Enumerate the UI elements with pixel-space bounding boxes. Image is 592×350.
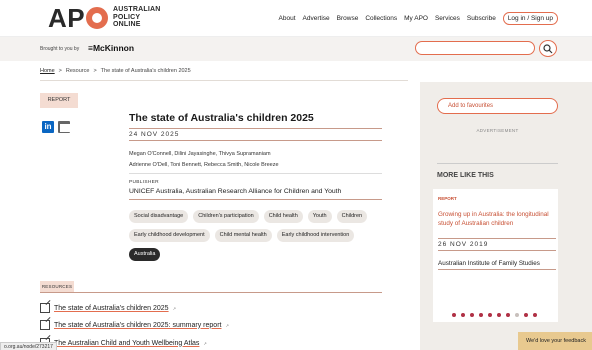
authors-line[interactable]: Megan O'Connell, Dilini Jayasinghe, Thiv… — [129, 151, 271, 157]
nav-services[interactable]: Services — [435, 15, 460, 22]
search-input[interactable] — [415, 41, 535, 55]
search-icon — [543, 43, 553, 53]
related-card[interactable] — [433, 189, 558, 322]
nav-about[interactable]: About — [279, 15, 296, 22]
publisher-links[interactable]: UNICEF Australia, Australian Research Al… — [129, 188, 341, 195]
add-to-favourites-button[interactable]: Add to favourites — [437, 98, 558, 114]
tag-chip[interactable]: Early childhood development — [129, 229, 210, 242]
divider — [40, 80, 408, 81]
related-card-type: REPORT — [438, 196, 457, 201]
breadcrumb: Home > Resource > The state of Australia… — [40, 68, 191, 74]
external-small-icon: ↗ — [203, 340, 207, 346]
linkedin-icon[interactable]: in — [42, 121, 54, 133]
external-small-icon: ↗ — [225, 322, 229, 328]
breadcrumb-home[interactable]: Home — [40, 68, 55, 74]
logo-sub-line: POLICY — [113, 13, 141, 21]
carousel-dot[interactable] — [506, 313, 510, 317]
carousel-dot[interactable] — [524, 313, 528, 317]
tag-chip[interactable]: Early childhood intervention — [276, 229, 355, 242]
tag-chip[interactable]: Children's participation — [193, 210, 259, 223]
nav-advertise[interactable]: Advertise — [303, 15, 330, 22]
nav-browse[interactable]: Browse — [337, 15, 359, 22]
resources-badge: RESOURCES — [40, 281, 74, 292]
tag-chip-geo[interactable]: Australia — [129, 248, 161, 261]
carousel-dot[interactable] — [479, 313, 483, 317]
search-button[interactable] — [539, 40, 557, 57]
main-nav: About Advertise Browse Collections My AP… — [279, 12, 558, 25]
breadcrumb-separator: > — [58, 68, 62, 74]
related-card-publisher[interactable]: Australian Institute of Family Studies — [438, 260, 540, 267]
carousel-dots — [452, 313, 537, 317]
breadcrumb-separator: > — [93, 68, 97, 74]
tag-chip[interactable]: Child health — [263, 210, 303, 223]
divider — [437, 163, 558, 164]
sponsor-name: McKinnon — [92, 43, 135, 53]
divider — [129, 199, 382, 200]
brought-to-you-label: Brought to you by — [40, 46, 80, 52]
report-type-badge: REPORT — [40, 93, 78, 108]
more-like-this-heading: MORE LIKE THIS — [437, 172, 494, 179]
nav-my-apo[interactable]: My APO — [404, 15, 428, 22]
resource-label[interactable]: The Australian Child and Youth Wellbeing… — [54, 340, 199, 347]
tag-chip[interactable]: Children — [336, 210, 368, 223]
divider — [129, 173, 382, 174]
logo-sub-line: AUSTRALIAN — [113, 6, 161, 13]
nav-subscribe[interactable]: Subscribe — [467, 15, 496, 22]
carousel-dot[interactable] — [452, 313, 456, 317]
carousel-dot[interactable] — [533, 313, 537, 317]
carousel-dot[interactable] — [488, 313, 492, 317]
carousel-dot[interactable] — [470, 313, 474, 317]
feedback-button[interactable]: We'd love your feedback — [518, 332, 592, 350]
tag-chip[interactable]: Social disadvantage — [129, 210, 189, 223]
mckinnon-icon: ≡ — [88, 43, 93, 53]
divider — [40, 292, 382, 293]
tag-list: Social disadvantage Children's participa… — [129, 210, 382, 261]
tag-chip[interactable]: Youth — [307, 210, 332, 223]
nav-collections[interactable]: Collections — [365, 15, 397, 22]
publisher-label: PUBLISHER — [129, 180, 159, 185]
sponsor-logo[interactable]: ≡McKinnon — [88, 43, 134, 53]
advertisement-label: ADVERTISEMENT — [476, 128, 519, 133]
publish-date: 24 NOV 2025 — [129, 128, 382, 141]
logo-sub-line: ONLINE — [113, 21, 141, 28]
divider — [438, 269, 556, 270]
external-link-icon — [40, 320, 50, 330]
carousel-dot[interactable] — [497, 313, 501, 317]
related-card-title[interactable]: Growing up in Australia: the longitudina… — [438, 210, 558, 228]
external-link-icon — [40, 303, 50, 313]
authors-line[interactable]: Adrienne O'Dell, Toni Bennett, Rebecca S… — [129, 162, 279, 168]
breadcrumb-current: The state of Australia's children 2025 — [100, 68, 191, 74]
related-card-date: 26 NOV 2019 — [438, 238, 556, 251]
carousel-dot-inactive[interactable] — [515, 313, 519, 317]
status-url: o.org.au/node/273217 — [0, 342, 57, 350]
top-header: AP AUSTRALIAN POLICY ONLINE About Advert… — [0, 0, 592, 36]
resource-label[interactable]: The state of Australia's children 2025: … — [54, 322, 221, 329]
carousel-dot[interactable] — [461, 313, 465, 317]
resource-link[interactable]: The state of Australia's children 2025: … — [40, 320, 229, 330]
external-small-icon: ↗ — [172, 305, 176, 311]
resource-link[interactable]: The state of Australia's children 2025 ↗ — [40, 303, 176, 313]
resource-link[interactable]: The Australian Child and Youth Wellbeing… — [40, 338, 207, 348]
apo-logo[interactable]: AP — [48, 4, 109, 32]
page-title: The state of Australia's children 2025 — [129, 112, 314, 124]
login-button[interactable]: Log in / Sign up — [502, 12, 558, 25]
logo-subtitle: AUSTRALIAN POLICY ONLINE — [113, 6, 161, 29]
tag-chip[interactable]: Child mental health — [214, 229, 272, 242]
email-share-icon[interactable] — [58, 121, 70, 133]
resource-label[interactable]: The state of Australia's children 2025 — [54, 305, 169, 312]
breadcrumb-resource[interactable]: Resource — [66, 68, 90, 74]
